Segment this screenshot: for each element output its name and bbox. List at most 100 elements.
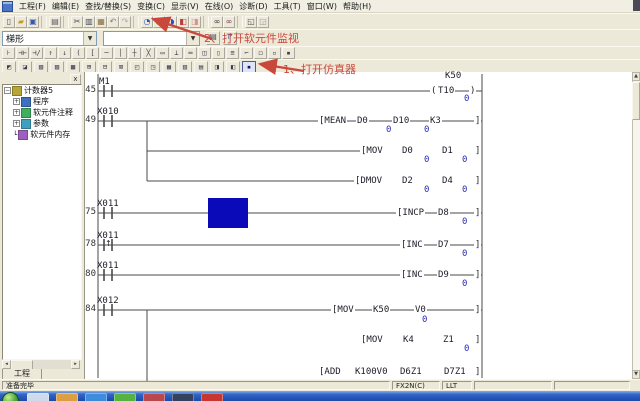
- ladder-mode-button[interactable]: ◔: [141, 16, 153, 28]
- program-tool-6-button[interactable]: ⊟: [98, 61, 112, 73]
- ladder-symbol-4-button[interactable]: ↓: [58, 47, 71, 59]
- ladder-symbol-2-button[interactable]: ⊣/⊢: [30, 47, 43, 59]
- simulation-start-button[interactable]: ▪: [242, 61, 256, 73]
- start-button[interactable]: [2, 392, 19, 401]
- ladder-symbol-10-button[interactable]: ╳: [142, 47, 155, 59]
- program-tool-12-button[interactable]: ▤: [194, 61, 208, 73]
- new-file-button[interactable]: ▯: [3, 16, 15, 28]
- ladder-symbol-3-button[interactable]: ↑: [44, 47, 57, 59]
- menu-item-0[interactable]: 工程(F): [16, 1, 49, 12]
- ladder-symbol-8-button[interactable]: │: [114, 47, 127, 59]
- device-monitor-button[interactable]: ∞: [223, 16, 235, 28]
- program-tool-9-button[interactable]: ◳: [146, 61, 160, 73]
- instruction-list-mode-button[interactable]: ◕: [153, 16, 165, 28]
- ladder-symbol-14-button[interactable]: ◫: [198, 47, 211, 59]
- menu-item-3[interactable]: 变换(C): [134, 1, 168, 12]
- undo-button[interactable]: ↶: [107, 16, 119, 28]
- program-tool-13-button[interactable]: ◨: [210, 61, 224, 73]
- taskbar-app-5[interactable]: [172, 393, 194, 401]
- instruction-token: D8: [437, 208, 450, 218]
- program-tool-14-button[interactable]: ◧: [226, 61, 240, 73]
- scroll-right-icon[interactable]: ▸: [71, 360, 80, 369]
- ladder-symbol-7-button[interactable]: ─: [100, 47, 113, 59]
- monitor-mode-button[interactable]: ∞: [211, 16, 223, 28]
- program-tool-0-button[interactable]: ◩: [2, 61, 16, 73]
- copy-button[interactable]: ▥: [83, 16, 95, 28]
- chevron-down-icon[interactable]: ▼: [83, 32, 96, 45]
- ladder-symbol-5-button[interactable]: ( ): [72, 47, 85, 59]
- read-mode-button[interactable]: ◨: [189, 16, 201, 28]
- tree-item-1[interactable]: +软元件注释: [3, 107, 81, 118]
- ladder-symbol-19-button[interactable]: ▫: [268, 47, 281, 59]
- ladder-symbol-20-button[interactable]: ▪: [282, 47, 295, 59]
- chevron-down-icon[interactable]: ▼: [186, 32, 199, 45]
- scroll-left-icon[interactable]: ◂: [2, 360, 11, 369]
- device-combo[interactable]: ▼: [103, 31, 200, 46]
- program-tool-1-button[interactable]: ◪: [18, 61, 32, 73]
- ladder-symbol-13-button[interactable]: ═: [184, 47, 197, 59]
- program-tool-11-button[interactable]: ▥: [178, 61, 192, 73]
- ladder-symbol-11-button[interactable]: ▭: [156, 47, 169, 59]
- taskbar-app-6[interactable]: [201, 393, 223, 401]
- save-project-button[interactable]: ▣: [27, 16, 39, 28]
- instruction-token: Z1: [442, 335, 455, 345]
- sfc-mode-button[interactable]: ◑: [165, 16, 177, 28]
- menu-item-4[interactable]: 显示(V): [168, 1, 202, 12]
- instruction-token: [INC: [400, 270, 424, 280]
- ladder-symbol-0-button[interactable]: ⊦: [2, 47, 15, 59]
- menu-item-8[interactable]: 窗口(W): [304, 1, 340, 12]
- program-tool-2-button[interactable]: ▧: [34, 61, 48, 73]
- menu-item-6[interactable]: 诊断(D): [236, 1, 270, 12]
- menu-item-1[interactable]: 编辑(E): [49, 1, 82, 12]
- menu-item-7[interactable]: 工具(T): [271, 1, 304, 12]
- tree-root[interactable]: −计数器5: [3, 85, 81, 96]
- ladder-symbol-17-button[interactable]: ⌐: [240, 47, 253, 59]
- taskbar-app-3[interactable]: [114, 393, 136, 401]
- taskbar-app-0[interactable]: [27, 393, 49, 401]
- program-tool-4-button[interactable]: ▩: [66, 61, 80, 73]
- expand-icon[interactable]: +: [13, 109, 20, 116]
- ladder-symbol-12-button[interactable]: ⊥: [170, 47, 183, 59]
- open-project-button[interactable]: ▰: [15, 16, 27, 28]
- scroll-up-icon[interactable]: ▲: [632, 72, 640, 81]
- taskbar-app-2[interactable]: [85, 393, 107, 401]
- taskbar-app-4[interactable]: [143, 393, 165, 401]
- instruction-token: ]: [474, 146, 481, 156]
- menu-item-5[interactable]: 在线(O): [202, 1, 237, 12]
- window-controls[interactable]: [633, 0, 640, 11]
- scroll-thumb[interactable]: [632, 82, 640, 120]
- cut-button[interactable]: ✂: [71, 16, 83, 28]
- program-type-combo[interactable]: 梯形 ▼: [2, 31, 97, 46]
- program-tool-8-button[interactable]: ◰: [130, 61, 144, 73]
- taskbar-app-1[interactable]: [56, 393, 78, 401]
- ladder-symbol-1-button[interactable]: ⊣⊢: [16, 47, 29, 59]
- tile-windows-button[interactable]: ◲: [257, 16, 269, 28]
- tree-horizontal-scrollbar[interactable]: ◂ ▸: [2, 360, 80, 369]
- ladder-symbol-16-button[interactable]: ≡: [226, 47, 239, 59]
- cascade-windows-button[interactable]: ◱: [245, 16, 257, 28]
- menu-item-9[interactable]: 帮助(H): [340, 1, 374, 12]
- tree-item-0[interactable]: +程序: [3, 96, 81, 107]
- tree-item-3[interactable]: └软元件内存: [3, 129, 81, 140]
- tree-item-2[interactable]: +参数: [3, 118, 81, 129]
- menu-item-2[interactable]: 查找/替换(S): [82, 1, 134, 12]
- program-tool-5-button[interactable]: ⊞: [82, 61, 96, 73]
- expand-icon[interactable]: +: [13, 98, 20, 105]
- ladder-symbol-15-button[interactable]: ▯: [212, 47, 225, 59]
- program-tool-10-button[interactable]: ▦: [162, 61, 176, 73]
- collapse-icon[interactable]: −: [4, 87, 11, 94]
- program-tool-3-button[interactable]: ▨: [50, 61, 64, 73]
- redo-button[interactable]: ↷: [119, 16, 131, 28]
- write-mode-button[interactable]: ◧: [177, 16, 189, 28]
- instruction-token: D9: [437, 270, 450, 280]
- paste-button[interactable]: ▦: [95, 16, 107, 28]
- windows-taskbar: [0, 391, 640, 401]
- ladder-symbol-6-button[interactable]: [ ]: [86, 47, 99, 59]
- rising-edge-mark: ↑: [105, 239, 112, 248]
- ladder-symbol-9-button[interactable]: ┼: [128, 47, 141, 59]
- scroll-down-icon[interactable]: ▼: [632, 370, 640, 379]
- expand-icon[interactable]: +: [13, 120, 20, 127]
- print-button[interactable]: ▤: [49, 16, 61, 28]
- program-tool-7-button[interactable]: ⊠: [114, 61, 128, 73]
- ladder-symbol-18-button[interactable]: ◻: [254, 47, 267, 59]
